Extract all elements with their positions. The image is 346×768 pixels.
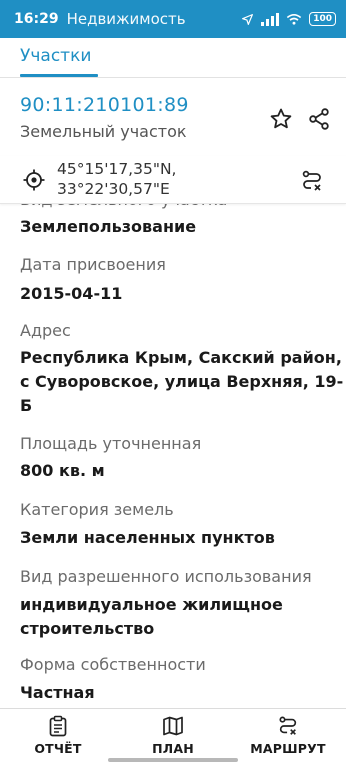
tab-active-indicator: [20, 74, 98, 77]
status-icons: 100: [241, 12, 336, 26]
nav-plan-label: ПЛАН: [152, 741, 194, 756]
status-time: 16:29: [14, 11, 59, 27]
share-icon: [309, 108, 329, 130]
locate-button[interactable]: [22, 168, 46, 192]
parcel-details: Вид земельного участка Землепользование …: [0, 188, 346, 708]
field-value-ownership-form: Частная: [20, 683, 95, 702]
tab-parcels[interactable]: Участки: [20, 46, 91, 66]
coordinates-bar: 45°15'17,35"N, 33°22'30,57"E: [0, 156, 346, 204]
crosshair-icon: [23, 169, 45, 191]
nav-plan-button[interactable]: ПЛАН: [123, 715, 223, 763]
field-label-assignment-date: Дата присвоения: [20, 255, 166, 274]
home-indicator[interactable]: [108, 758, 238, 762]
route-options-button[interactable]: [300, 169, 324, 193]
latitude: 45°15'17,35"N,: [57, 160, 177, 178]
location-arrow-icon: [242, 13, 254, 25]
nav-route-button[interactable]: МАРШРУТ: [238, 715, 338, 763]
field-label-land-category: Категория земель: [20, 500, 174, 519]
coordinates-text[interactable]: 45°15'17,35"N, 33°22'30,57"E: [57, 159, 176, 199]
field-label-address: Адрес: [20, 321, 71, 340]
field-label-permitted-use: Вид разрешенного использования: [20, 567, 312, 586]
report-icon: [49, 715, 67, 737]
battery-icon: 100: [309, 12, 336, 26]
signal-icon: [261, 12, 280, 26]
field-value-address: Республика Крым, Сакский район, с Суворо…: [20, 348, 344, 415]
field-value-area: 800 кв. м: [20, 461, 105, 480]
nav-report-label: ОТЧЁТ: [34, 741, 82, 756]
route-icon: [302, 170, 321, 191]
nav-route-label: МАРШРУТ: [250, 741, 326, 756]
favorite-button[interactable]: [268, 106, 294, 132]
share-button[interactable]: [306, 106, 332, 132]
map-icon: [163, 716, 183, 736]
field-label-area: Площадь уточненная: [20, 434, 202, 453]
status-bar: 16:29 Недвижимость 100: [0, 0, 346, 38]
nav-report-button[interactable]: ОТЧЁТ: [8, 715, 108, 763]
parcel-header: 90:11:210101:89 Земельный участок: [0, 78, 346, 156]
cadastral-number: 90:11:210101:89: [20, 94, 189, 116]
wifi-icon: [287, 13, 302, 25]
field-value-land-category: Земли населенных пунктов: [20, 528, 275, 547]
field-label-ownership-form: Форма собственности: [20, 655, 206, 674]
parcel-type: Земельный участок: [20, 122, 187, 141]
tab-bar: Участки: [0, 38, 346, 78]
star-icon: [270, 108, 292, 129]
route-icon: [279, 716, 297, 735]
status-app-title: Недвижимость: [66, 10, 186, 28]
field-value-permitted-use: индивидуальное жилищное строительство: [20, 595, 283, 638]
field-value-assignment-date: 2015-04-11: [20, 284, 123, 303]
longitude: 33°22'30,57"E: [57, 180, 170, 198]
field-value-land-type: Землепользование: [20, 217, 197, 236]
